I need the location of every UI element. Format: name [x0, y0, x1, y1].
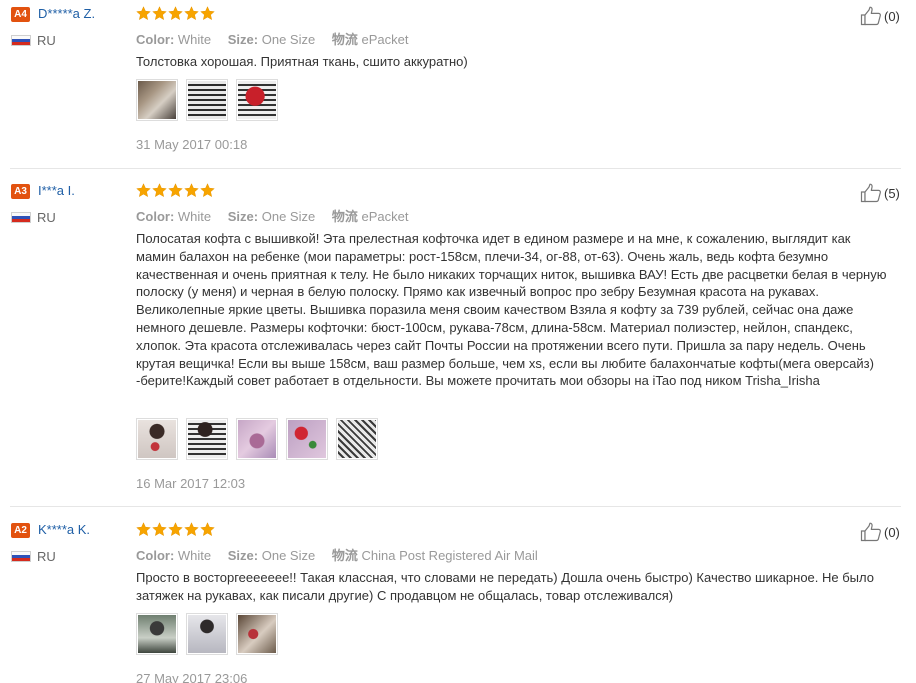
- country-code: RU: [37, 33, 56, 48]
- russia-flag-icon: [11, 212, 31, 223]
- size-label: Size:: [227, 548, 259, 563]
- review-photo[interactable]: [286, 418, 328, 460]
- shipping-value: ePacket: [361, 209, 409, 224]
- helpful-count: (0): [884, 524, 900, 540]
- review-divider: [10, 168, 901, 169]
- star-icon: [136, 183, 151, 198]
- helpful-count: (0): [884, 8, 900, 24]
- helpful-button[interactable]: (5): [860, 183, 900, 203]
- color-label: Color:: [136, 548, 175, 563]
- country-code: RU: [37, 549, 56, 564]
- star-rating: [136, 522, 215, 538]
- review-photos: [136, 613, 278, 655]
- star-icon: [136, 522, 151, 537]
- thumbs-up-icon: [860, 183, 882, 203]
- thumbs-up-icon: [860, 6, 882, 26]
- review-photo[interactable]: [136, 418, 178, 460]
- star-icon: [136, 6, 151, 21]
- review-divider: [10, 506, 901, 507]
- shipping-label: 物流: [331, 32, 358, 47]
- star-icon: [184, 6, 199, 21]
- review-date: 31 May 2017 00:18: [136, 137, 248, 152]
- star-icon: [200, 183, 215, 198]
- size-value: One Size: [261, 32, 316, 47]
- review-text: Полосатая кофта с вышивкой! Эта прелестн…: [136, 231, 887, 389]
- star-rating: [136, 6, 215, 22]
- review-date: 16 Mar 2017 12:03: [136, 476, 246, 491]
- size-value: One Size: [261, 209, 316, 224]
- shipping-label: 物流: [331, 209, 358, 224]
- star-icon: [152, 183, 167, 198]
- shipping-label: 物流: [331, 548, 358, 563]
- review-photo[interactable]: [336, 418, 378, 460]
- size-label: Size:: [227, 209, 259, 224]
- color-label: Color:: [136, 209, 175, 224]
- review-photo[interactable]: [236, 418, 278, 460]
- review-text: Толстовка хорошая. Приятная ткань, сшито…: [136, 54, 468, 69]
- order-info: Color: White Size: One Size 物流 China Pos…: [136, 545, 538, 564]
- level-badge: A3: [11, 184, 30, 199]
- review-photos: [136, 418, 378, 460]
- star-icon: [152, 522, 167, 537]
- star-icon: [168, 522, 183, 537]
- review-photos: [136, 79, 278, 121]
- order-info: Color: White Size: One Size 物流 ePacket: [136, 29, 408, 48]
- reviewer-name[interactable]: D*****a Z.: [38, 6, 95, 21]
- country-code: RU: [37, 210, 56, 225]
- review-photo[interactable]: [236, 79, 278, 121]
- review-photo[interactable]: [136, 79, 178, 121]
- review-photo[interactable]: [186, 613, 228, 655]
- star-icon: [184, 183, 199, 198]
- color-value: White: [177, 548, 212, 563]
- size-label: Size:: [227, 32, 259, 47]
- level-badge: A2: [11, 523, 30, 538]
- star-icon: [200, 522, 215, 537]
- shipping-value: China Post Registered Air Mail: [361, 548, 538, 563]
- review-date: 27 May 2017 23:06: [136, 671, 248, 683]
- review-text: Просто в восторгеееееее!! Такая классная…: [136, 570, 874, 603]
- thumbs-up-icon: [860, 522, 882, 542]
- helpful-button[interactable]: (0): [860, 522, 900, 542]
- helpful-count: (5): [884, 185, 900, 201]
- review-photo[interactable]: [186, 418, 228, 460]
- russia-flag-icon: [11, 35, 31, 46]
- level-badge: A4: [11, 7, 30, 22]
- review-photo[interactable]: [236, 613, 278, 655]
- color-value: White: [177, 209, 212, 224]
- reviewer-name[interactable]: I***a I.: [38, 183, 75, 198]
- review-photo[interactable]: [186, 79, 228, 121]
- star-icon: [168, 183, 183, 198]
- reviewer-name[interactable]: K****a K.: [38, 522, 90, 537]
- star-icon: [184, 522, 199, 537]
- helpful-button[interactable]: (0): [860, 6, 900, 26]
- color-label: Color:: [136, 32, 175, 47]
- star-icon: [168, 6, 183, 21]
- star-icon: [152, 6, 167, 21]
- size-value: One Size: [261, 548, 316, 563]
- order-info: Color: White Size: One Size 物流 ePacket: [136, 206, 408, 225]
- star-icon: [200, 6, 215, 21]
- star-rating: [136, 183, 215, 199]
- russia-flag-icon: [11, 551, 31, 562]
- shipping-value: ePacket: [361, 32, 409, 47]
- color-value: White: [177, 32, 212, 47]
- review-photo[interactable]: [136, 613, 178, 655]
